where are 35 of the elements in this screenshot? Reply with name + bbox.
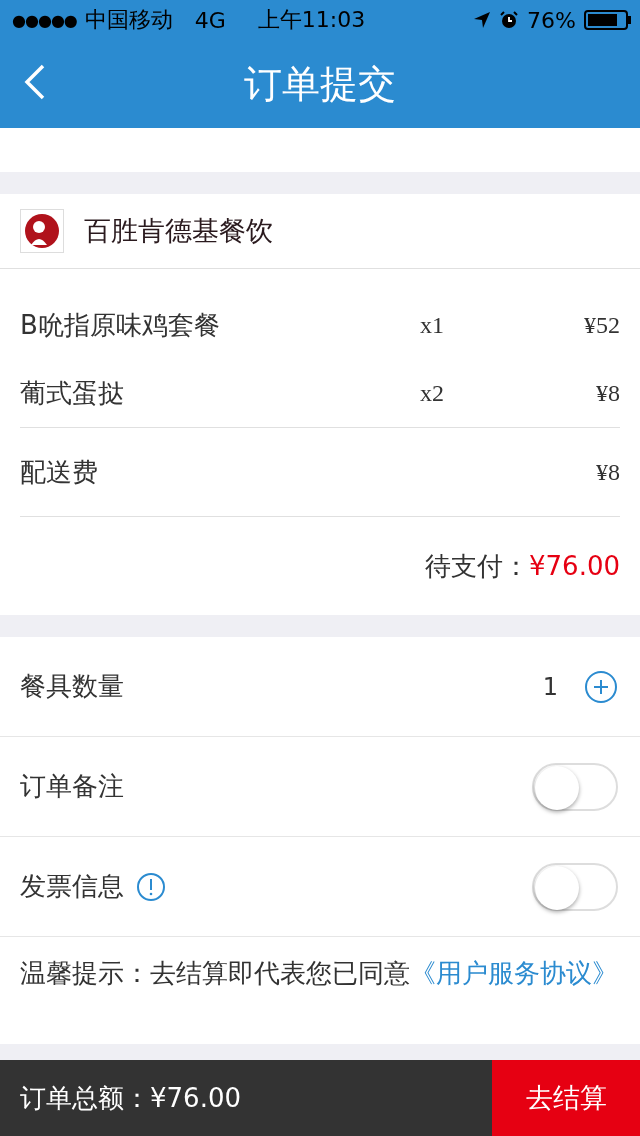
- item-name: B吮指原味鸡套餐: [20, 308, 221, 342]
- notice-text: 温馨提示：去结算即代表您已同意《用户服务协议》: [20, 958, 618, 988]
- toggle-switch[interactable]: [532, 762, 618, 811]
- plus-icon[interactable]: [584, 669, 618, 704]
- info-icon[interactable]: [136, 871, 166, 902]
- store-name: 百胜肯德基餐饮: [84, 214, 273, 248]
- amount-due-label: 待支付：: [425, 549, 529, 583]
- item-name: 葡式蛋挞: [20, 376, 125, 410]
- battery-percent: 76%: [527, 7, 576, 33]
- service-agreement-link[interactable]: 《用户服务协议》: [410, 958, 618, 988]
- order-total: ¥76.00: [150, 1083, 241, 1113]
- store-logo: [20, 209, 64, 253]
- carrier: 中国移动: [84, 6, 173, 34]
- item-quantity: x1: [420, 311, 445, 339]
- delivery-fee-label: 配送费: [20, 455, 99, 489]
- delivery-fee: ¥8: [595, 458, 620, 486]
- network: 4G: [194, 7, 226, 33]
- page-title: 订单提交: [244, 60, 396, 108]
- location-arrow-icon: [473, 11, 492, 29]
- item-quantity: x2: [420, 379, 445, 407]
- option-label: 发票信息: [20, 870, 124, 903]
- tableware-count: 1: [542, 672, 558, 701]
- battery-icon: [584, 10, 632, 30]
- option-label: 订单备注: [20, 770, 124, 803]
- alarm-clock-icon: [499, 10, 520, 30]
- item-price: ¥8: [595, 379, 620, 407]
- amount-due: ¥76.00: [529, 551, 620, 581]
- signal-dots: ●●●●●: [12, 10, 77, 30]
- back-icon: [24, 64, 46, 100]
- toggle-switch[interactable]: [532, 862, 618, 911]
- clock: 上午11:03: [257, 6, 366, 34]
- option-label: 餐具数量: [20, 670, 124, 703]
- checkout-button[interactable]: 去结算: [492, 1060, 640, 1136]
- order-total-label: 订单总额：: [20, 1081, 150, 1115]
- item-price: ¥52: [583, 311, 620, 339]
